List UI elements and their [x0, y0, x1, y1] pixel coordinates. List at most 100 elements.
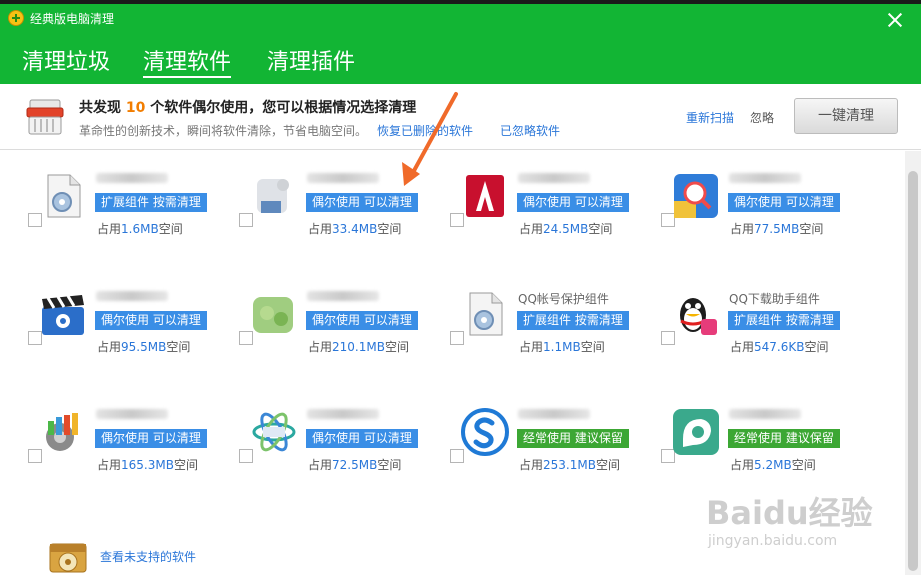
window-header: 经典版电脑清理 清理垃圾 清理软件 清理插件	[0, 4, 921, 84]
redacted-software-name	[307, 291, 379, 301]
space-usage: 占用547.6KB空间	[730, 338, 829, 355]
usage-suffix: 空间	[384, 340, 409, 354]
usage-size: 95.5MB	[121, 340, 167, 354]
software-card[interactable]: QQ帐号保护组件扩展组件 按需清理 占用1.1MB空间	[422, 269, 632, 379]
software-card[interactable]: 经常使用 建议保留 占用5.2MB空间	[633, 387, 843, 497]
tab-clean-software[interactable]: 清理软件	[143, 44, 231, 76]
usage-prefix: 占用	[730, 222, 755, 236]
software-card[interactable]: 扩展组件 按需清理 占用1.6MB空间	[0, 151, 210, 261]
view-unsupported-link[interactable]: 查看未支持的软件	[100, 548, 196, 565]
window-title: 经典版电脑清理	[30, 12, 115, 26]
autocad-icon	[460, 171, 510, 221]
one-click-clean-button[interactable]: 一键清理	[794, 98, 898, 134]
scrollbar[interactable]	[905, 151, 921, 575]
software-card[interactable]: 偶尔使用 可以清理 占用77.5MB空间	[633, 151, 843, 261]
usage-badge[interactable]: 偶尔使用 可以清理	[728, 193, 840, 212]
usage-prefix: 占用	[97, 222, 122, 236]
usage-badge[interactable]: 偶尔使用 可以清理	[95, 429, 207, 448]
space-usage: 占用24.5MB空间	[519, 220, 612, 237]
rescan-link[interactable]: 重新扫描	[686, 109, 734, 126]
atom-app-icon	[249, 407, 299, 457]
usage-prefix: 占用	[519, 222, 544, 236]
redacted-software-name	[729, 173, 801, 183]
usage-size: 24.5MB	[543, 222, 589, 236]
software-card[interactable]: 偶尔使用 可以清理 占用165.3MB空间	[0, 387, 210, 497]
usage-prefix: 占用	[97, 340, 122, 354]
usage-badge[interactable]: 偶尔使用 可以清理	[95, 311, 207, 330]
software-card[interactable]: 偶尔使用 可以清理占用33.4MB空间	[211, 151, 421, 261]
software-name: QQ帐号保护组件	[518, 292, 609, 306]
software-card[interactable]: 偶尔使用 可以清理 占用24.5MB空间	[422, 151, 632, 261]
usage-suffix: 空间	[595, 458, 620, 472]
sogou-s-icon	[460, 407, 510, 457]
tab-clean-junk[interactable]: 清理垃圾	[22, 44, 110, 76]
space-usage: 占用253.1MB空间	[519, 456, 620, 473]
usage-size: 253.1MB	[543, 458, 596, 472]
summary-bar: 共发现 10 个软件偶尔使用，您可以根据情况选择清理 革命性的创新技术，瞬间将软…	[0, 84, 921, 150]
space-usage: 占用165.3MB空间	[97, 456, 198, 473]
eye-app-icon	[671, 407, 721, 457]
software-card[interactable]: 偶尔使用 可以清理 占用72.5MB空间	[211, 387, 421, 497]
redacted-software-name	[96, 173, 168, 183]
usage-size: 72.5MB	[332, 458, 378, 472]
space-usage: 占用77.5MB空间	[730, 220, 823, 237]
usage-prefix: 占用	[308, 458, 333, 472]
usage-suffix: 空间	[804, 340, 829, 354]
redacted-software-name	[307, 409, 379, 419]
redacted-software-name	[518, 173, 590, 183]
usage-size: 1.1MB	[543, 340, 581, 354]
ignored-software-link[interactable]: 已忽略软件	[500, 122, 560, 139]
usage-badge[interactable]: 扩展组件 按需清理	[728, 311, 840, 330]
usage-badge[interactable]: 偶尔使用 可以清理	[517, 193, 629, 212]
close-icon[interactable]	[886, 11, 904, 29]
usage-suffix: 空间	[166, 340, 191, 354]
redacted-software-name	[729, 409, 801, 419]
usage-badge[interactable]: 扩展组件 按需清理	[95, 193, 207, 212]
usage-suffix: 空间	[791, 458, 816, 472]
usage-size: 210.1MB	[332, 340, 385, 354]
usage-prefix: 占用	[308, 222, 333, 236]
summary-subtext: 革命性的创新技术，瞬间将软件清除，节省电脑空间。	[79, 124, 368, 138]
usage-badge[interactable]: 经常使用 建议保留	[517, 429, 629, 448]
headline-prefix: 共发现	[79, 100, 121, 116]
software-card[interactable]: 偶尔使用 可以清理占用210.1MB空间	[211, 269, 421, 379]
usage-badge[interactable]: 偶尔使用 可以清理	[306, 193, 418, 212]
blurred-green-app-icon	[249, 289, 299, 339]
tab-clean-plugins[interactable]: 清理插件	[267, 44, 355, 76]
restore-deleted-link[interactable]: 恢复已删除的软件	[377, 122, 473, 139]
software-count: 10	[125, 100, 146, 116]
software-card[interactable]: 偶尔使用 可以清理占用95.5MB空间	[0, 269, 210, 379]
usage-prefix: 占用	[730, 458, 755, 472]
usage-badge[interactable]: 扩展组件 按需清理	[517, 311, 629, 330]
usage-suffix: 空间	[580, 340, 605, 354]
usage-badge[interactable]: 经常使用 建议保留	[728, 429, 840, 448]
usage-suffix: 空间	[173, 458, 198, 472]
shredder-icon	[26, 99, 64, 135]
qq-penguin-icon	[671, 289, 721, 339]
usage-suffix: 空间	[799, 222, 824, 236]
usage-size: 33.4MB	[332, 222, 378, 236]
usage-prefix: 占用	[308, 340, 333, 354]
gear-tools-icon	[38, 407, 88, 457]
software-card[interactable]: QQ下载助手组件 扩展组件 按需清理 占用547.6KB空间	[633, 269, 843, 379]
space-usage: 占用1.1MB空间	[519, 338, 605, 355]
app-logo-icon	[8, 10, 24, 26]
redacted-software-name	[307, 173, 379, 183]
scrollbar-thumb[interactable]	[908, 171, 918, 571]
usage-size: 547.6KB	[754, 340, 805, 354]
usage-suffix: 空间	[588, 222, 613, 236]
usage-size: 1.6MB	[121, 222, 159, 236]
software-card[interactable]: 经常使用 建议保留 占用253.1MB空间	[422, 387, 632, 497]
ignore-link[interactable]: 忽略	[750, 109, 774, 126]
doc-gear-icon	[38, 171, 88, 221]
usage-prefix: 占用	[97, 458, 122, 472]
redacted-software-name	[96, 291, 168, 301]
redacted-software-name	[518, 409, 590, 419]
search-app-icon	[671, 171, 721, 221]
usage-badge[interactable]: 偶尔使用 可以清理	[306, 311, 418, 330]
usage-suffix: 空间	[377, 222, 402, 236]
summary-headline: 共发现 10 个软件偶尔使用，您可以根据情况选择清理	[79, 97, 416, 117]
usage-prefix: 占用	[730, 340, 755, 354]
headline-suffix: 个软件偶尔使用，您可以根据情况选择清理	[150, 100, 417, 116]
usage-badge[interactable]: 偶尔使用 可以清理	[306, 429, 418, 448]
